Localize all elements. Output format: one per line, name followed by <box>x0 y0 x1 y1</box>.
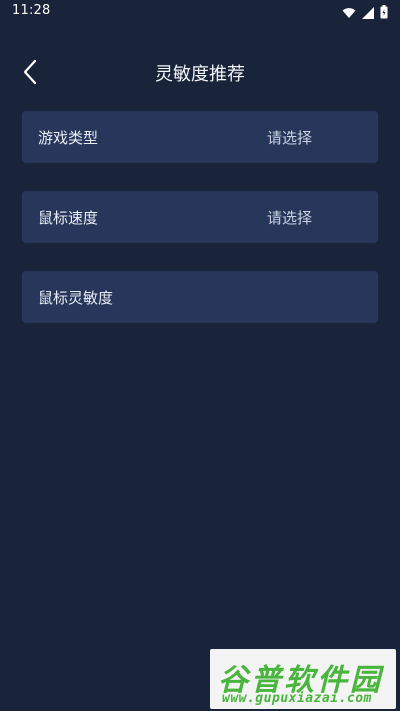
page-title: 灵敏度推荐 <box>155 64 245 85</box>
game-type-label: 游戏类型 <box>38 129 99 147</box>
watermark: 谷普软件园 www.gupuxiazai.com <box>210 649 396 709</box>
status-time: 11:28 <box>12 3 51 18</box>
header: 灵敏度推荐 <box>0 48 400 96</box>
battery-icon <box>380 4 388 23</box>
mouse-speed-value: 请选择 <box>267 209 313 227</box>
watermark-url: www.gupuxiazai.com <box>222 691 372 706</box>
mouse-speed-selector[interactable]: 鼠标速度 请选择 <box>22 191 378 243</box>
wifi-icon <box>342 4 356 23</box>
game-type-value: 请选择 <box>267 129 313 147</box>
signal-icon <box>362 4 374 23</box>
game-type-selector[interactable]: 游戏类型 请选择 <box>22 111 378 163</box>
mouse-speed-label: 鼠标速度 <box>38 209 99 227</box>
mouse-sensitivity-label: 鼠标灵敏度 <box>38 289 114 307</box>
mouse-sensitivity-row[interactable]: 鼠标灵敏度 <box>22 271 378 323</box>
status-icons <box>342 4 388 23</box>
status-bar: 11:28 <box>0 0 400 24</box>
